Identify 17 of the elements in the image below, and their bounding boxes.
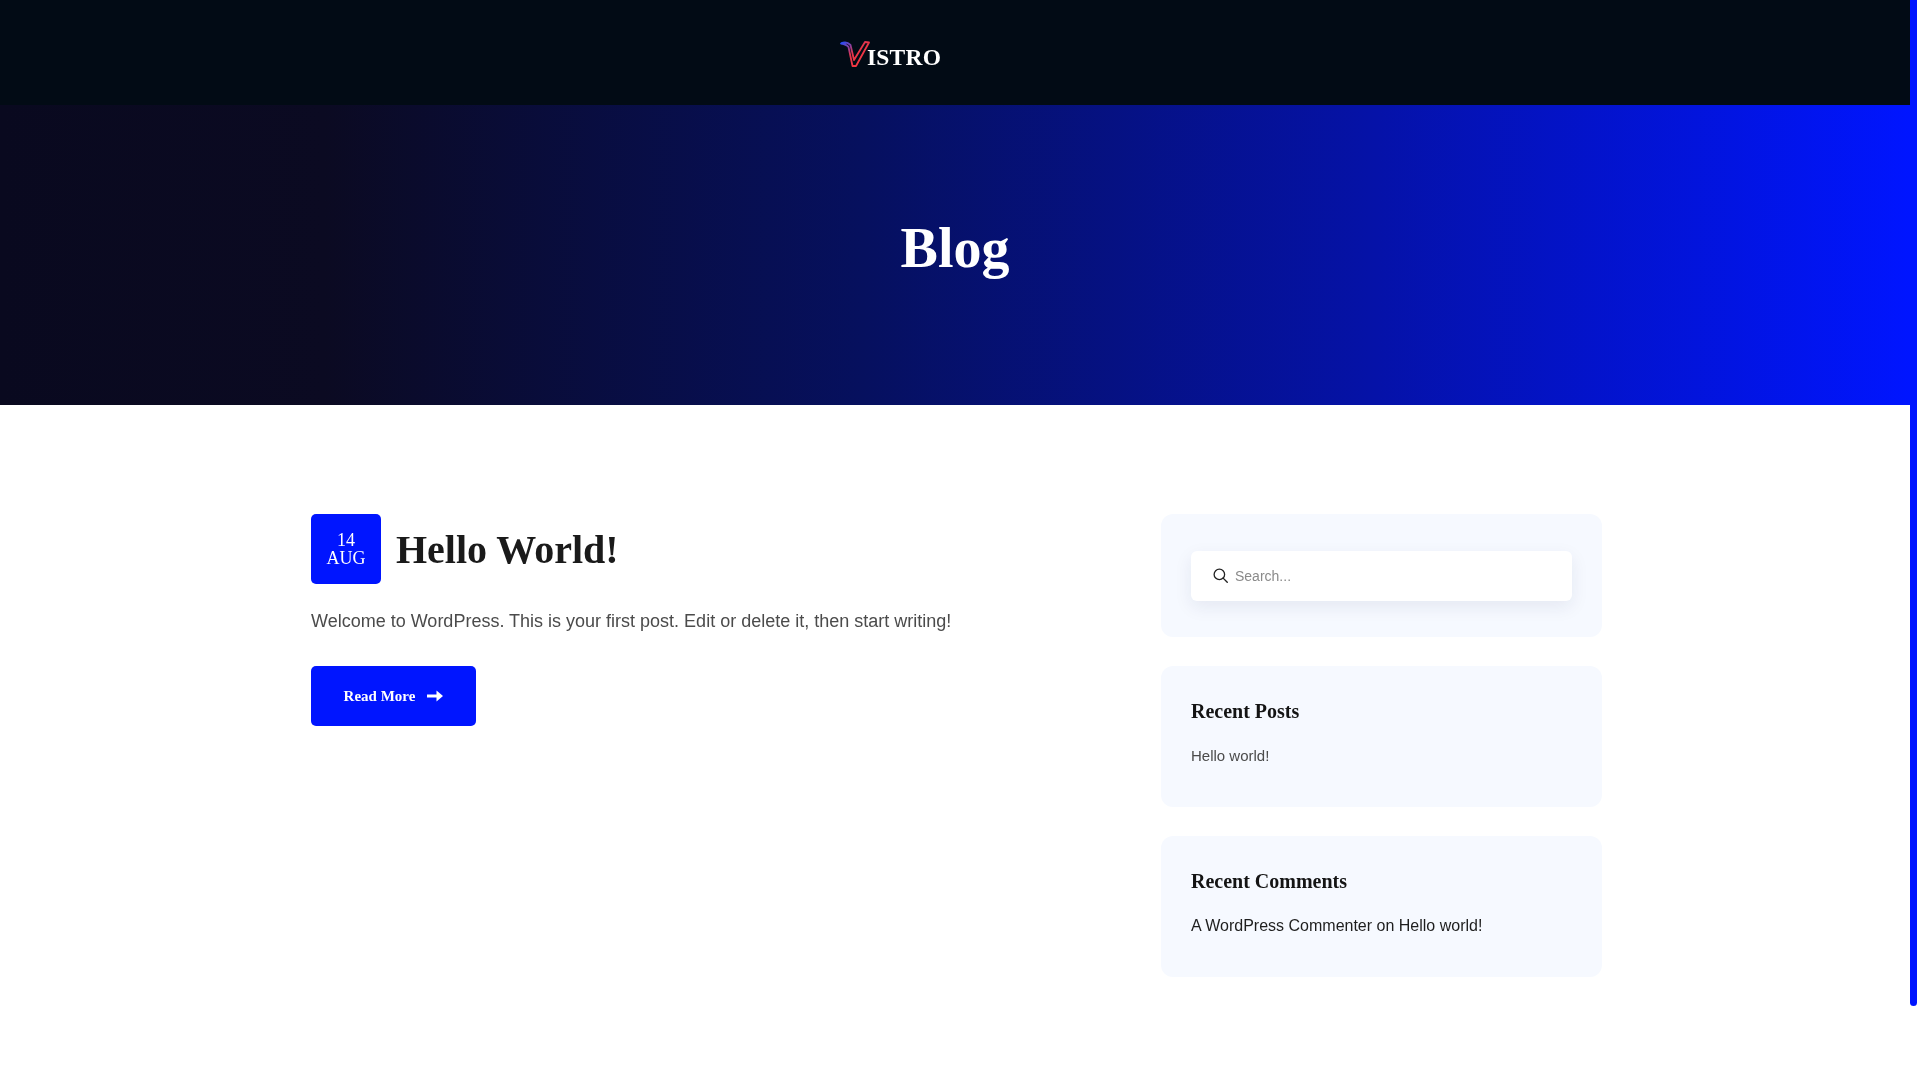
post-date-month: AUG [326,549,366,567]
arrow-right-icon [427,690,444,702]
post-date-day: 14 [337,531,355,549]
widget-title: Recent Posts [1191,699,1300,723]
site-logo[interactable]: ISTRO [840,40,942,67]
search-icon [1213,568,1228,583]
page-title: Blog [900,218,1010,280]
search-field[interactable]: Search... [1191,551,1572,601]
comment-post-link[interactable]: Hello world! [1398,917,1483,934]
recent-comment-entry: A WordPress Commenter on Hello world! [1191,916,1483,936]
recent-post-link[interactable]: Hello world! [1191,747,1270,764]
read-more-button[interactable]: Read More [311,666,476,726]
post-excerpt: Welcome to WordPress. This is your first post. Edit or delete it, then start writing! [311,610,952,633]
widget-title: Recent Comments [1191,869,1348,893]
scrollbar-thumb[interactable] [1910,0,1917,1006]
post-title[interactable]: Hello World! [396,526,619,574]
comment-author-link[interactable]: A WordPress Commenter [1191,917,1373,934]
